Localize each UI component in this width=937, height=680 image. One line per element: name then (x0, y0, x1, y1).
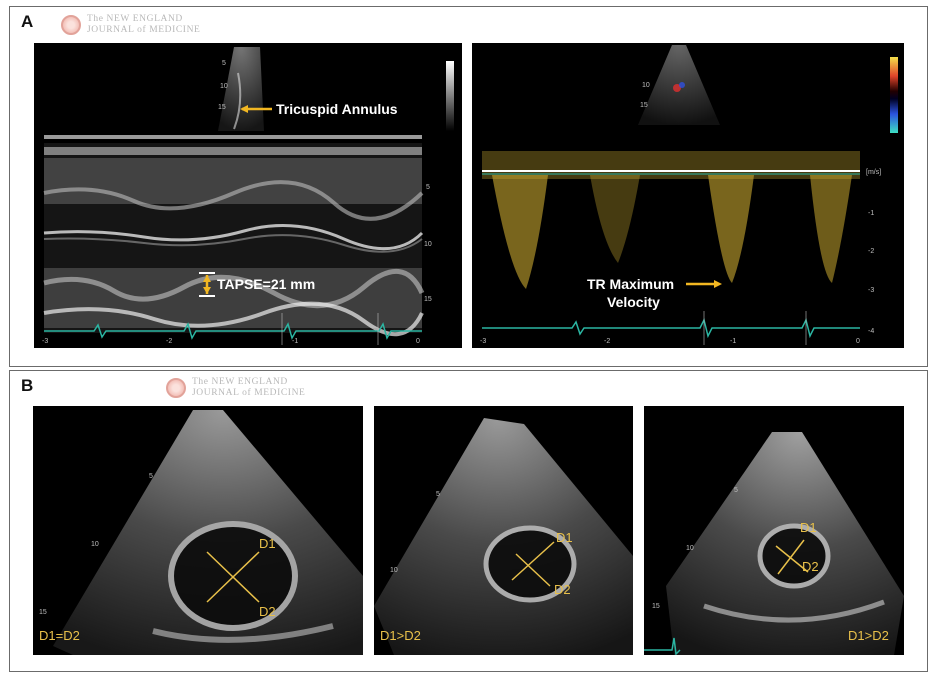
journal-seal-icon (61, 15, 81, 35)
tricuspid-annulus-label: Tricuspid Annulus (276, 101, 398, 117)
mmode-depth-tick-15: 15 (424, 296, 432, 303)
doppler-velocity-tick-1: -1 (868, 210, 874, 217)
journal-name-line2: JOURNAL of MEDICINE (87, 25, 201, 35)
echo-image-2: D1 D2 5 10 D1>D2 (374, 406, 633, 655)
doppler-color-scale-bar (890, 57, 898, 133)
tapse-label: TAPSE=21 mm (217, 276, 315, 292)
echo-2-condition-label: D1>D2 (380, 628, 421, 643)
echo-image-3: D1 D2 5 10 15 D1>D2 (644, 406, 904, 655)
mmode-depth-tick-10: 10 (424, 241, 432, 248)
panel-b-letter: B (21, 376, 34, 395)
doppler-velocity-tick-4: -4 (868, 328, 874, 335)
echo-1-d2-label: D2 (259, 604, 276, 619)
echo-2-d2-label: D2 (554, 582, 571, 597)
echo-2-d1-label: D1 (556, 530, 573, 545)
echo-1-d1-label: D1 (259, 536, 276, 551)
mmode-gray-scale-bar (446, 61, 454, 131)
echo-3-depth-tick-10: 10 (686, 545, 694, 552)
mmode-image: 5 10 15 Tricuspid Annulus TAPSE=21 mm 5 … (34, 43, 462, 348)
doppler-inset-tick-15: 15 (640, 102, 648, 109)
mmode-time-tick-0: 0 (416, 338, 420, 345)
echo-3-d2-label: D2 (802, 559, 819, 574)
mmode-inset-tick-10: 10 (220, 83, 228, 90)
journal-name-b-line1: The NEW ENGLAND (192, 377, 288, 387)
journal-name-b-line2: JOURNAL of MEDICINE (192, 388, 306, 398)
echo-1-depth-tick-15: 15 (39, 609, 47, 616)
journal-logo-a: The NEW ENGLAND JOURNAL of MEDICINE (61, 14, 200, 36)
echo-3-depth-tick-5: 5 (734, 487, 738, 494)
mmode-time-tick-neg1: -1 (292, 338, 298, 345)
mmode-depth-tick-5: 5 (426, 184, 430, 191)
tr-max-velocity-label-line1: TR Maximum (587, 276, 674, 292)
journal-seal-icon-b (166, 378, 186, 398)
doppler-unit-label: [m/s] (866, 169, 881, 176)
echo-3-d1-label: D1 (800, 520, 817, 535)
doppler-inset-tick-10: 10 (642, 82, 650, 89)
mmode-inset-tick-5: 5 (222, 60, 226, 67)
doppler-time-tick-0: 0 (856, 338, 860, 345)
panel-a-letter: A (21, 12, 34, 31)
doppler-velocity-tick-2: -2 (868, 248, 874, 255)
tr-max-velocity-label-line2: Velocity (607, 294, 660, 310)
echo-image-1: D1 D2 5 10 15 D1=D2 (33, 406, 363, 655)
echo-1-condition-label: D1=D2 (39, 628, 80, 643)
journal-logo-b: The NEW ENGLAND JOURNAL of MEDICINE (166, 377, 305, 399)
echo-2-depth-tick-5: 5 (436, 491, 440, 498)
doppler-time-tick-neg1: -1 (730, 338, 736, 345)
doppler-time-tick-neg2: -2 (604, 338, 610, 345)
echo-1-depth-tick-10: 10 (91, 541, 99, 548)
doppler-time-tick-neg3: -3 (480, 338, 486, 345)
doppler-image: 10 15 TR Maximum Velocity [m/s] -1 -2 -3… (472, 43, 904, 348)
mmode-time-tick-neg2: -2 (166, 338, 172, 345)
echo-1-depth-tick-5: 5 (149, 473, 153, 480)
doppler-velocity-tick-3: -3 (868, 287, 874, 294)
echo-3-depth-tick-15: 15 (652, 603, 660, 610)
echo-2-depth-tick-10: 10 (390, 567, 398, 574)
journal-name-line1: The NEW ENGLAND (87, 14, 183, 24)
echo-3-condition-label: D1>D2 (848, 628, 889, 643)
mmode-inset-tick-15: 15 (218, 104, 226, 111)
mmode-time-tick-neg3: -3 (42, 338, 48, 345)
